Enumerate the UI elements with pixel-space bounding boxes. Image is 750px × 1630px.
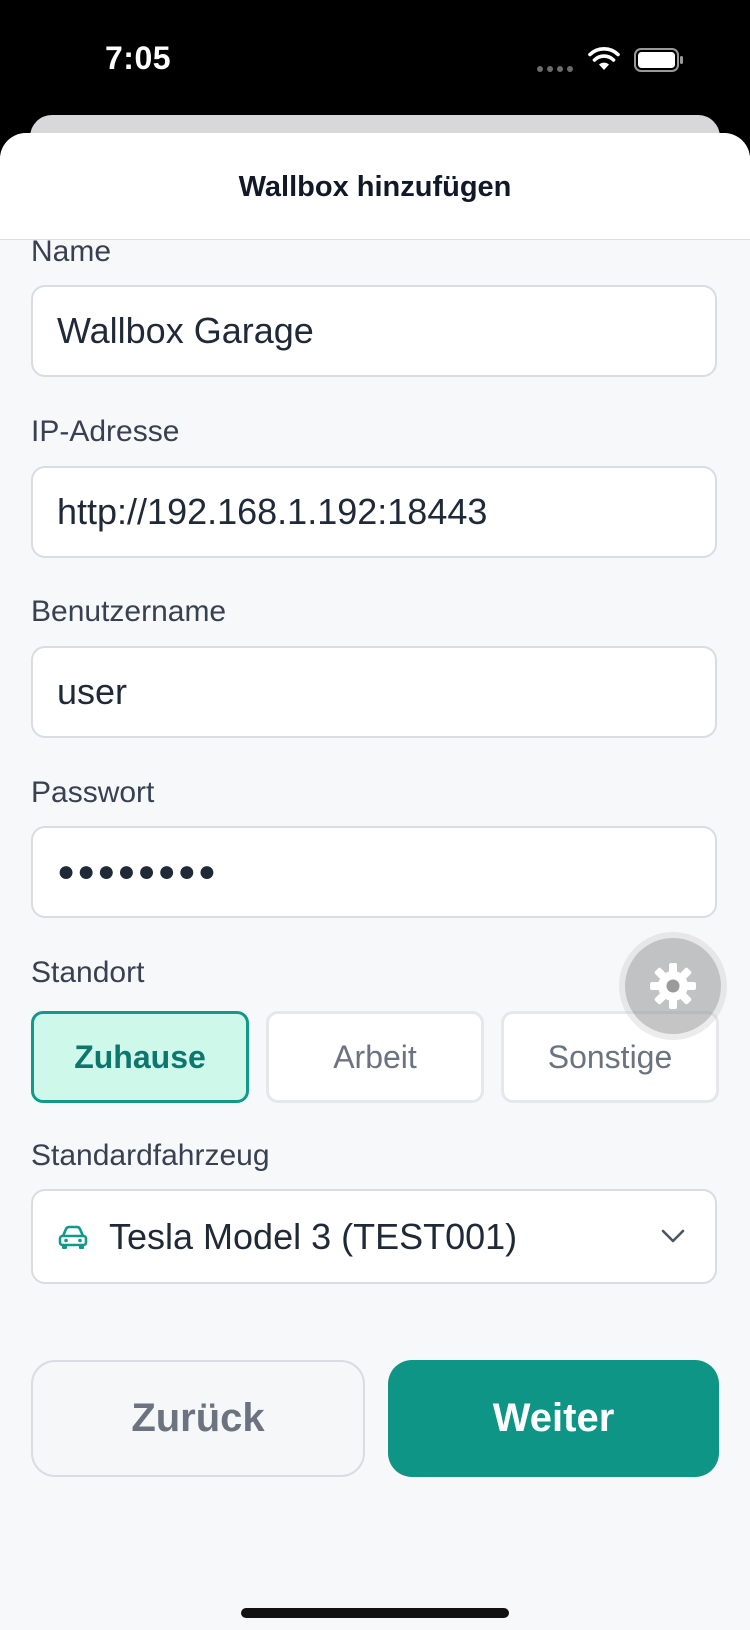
status-time: 7:05 (105, 40, 172, 76)
sheet-title: Wallbox hinzufügen (238, 171, 512, 203)
car-icon (58, 1225, 88, 1249)
ip-address-value: http://192.168.1.192:18443 (57, 491, 488, 532)
back-button[interactable]: Zurück (31, 1360, 365, 1477)
password-field[interactable]: ●●●●●●●● (31, 826, 717, 918)
name-field[interactable]: Wallbox Garage (31, 285, 717, 377)
sheet-header: Wallbox hinzufügen (0, 133, 750, 240)
username-value: user (57, 671, 128, 712)
gear-icon (650, 963, 696, 1009)
chevron-down-icon (661, 1229, 685, 1243)
location-option-home[interactable]: Zuhause (31, 1011, 249, 1103)
signal-dots-icon (537, 66, 575, 72)
wifi-icon (588, 47, 620, 70)
username-label: Benutzername (31, 595, 227, 628)
home-indicator (241, 1608, 509, 1618)
location-option-label: Arbeit (333, 1038, 417, 1075)
default-vehicle-label: Standardfahrzeug (31, 1139, 270, 1172)
next-button-label: Weiter (492, 1396, 615, 1440)
location-option-label: Zuhause (74, 1038, 206, 1075)
name-label: Name (31, 235, 112, 268)
location-option-label: Sonstige (547, 1038, 673, 1075)
settings-button[interactable] (625, 938, 721, 1034)
ip-address-field[interactable]: http://192.168.1.192:18443 (31, 466, 717, 558)
password-value: ●●●●●●●● (57, 855, 218, 888)
name-value: Wallbox Garage (57, 310, 314, 351)
ip-address-label: IP-Adresse (31, 415, 180, 448)
password-label: Passwort (31, 776, 155, 809)
default-vehicle-value: Tesla Model 3 (TEST001) (109, 1216, 518, 1257)
battery-icon (634, 48, 683, 72)
location-label: Standort (31, 956, 145, 989)
username-field[interactable]: user (31, 646, 717, 738)
app-screen: 7:05 Wallbox hinzufügen Name Wallbox Gar… (0, 0, 750, 1630)
next-button[interactable]: Weiter (388, 1360, 719, 1477)
back-button-label: Zurück (131, 1396, 265, 1440)
default-vehicle-select[interactable]: Tesla Model 3 (TEST001) (31, 1189, 717, 1284)
status-bar: 7:05 (0, 0, 750, 120)
location-option-work[interactable]: Arbeit (266, 1011, 484, 1103)
